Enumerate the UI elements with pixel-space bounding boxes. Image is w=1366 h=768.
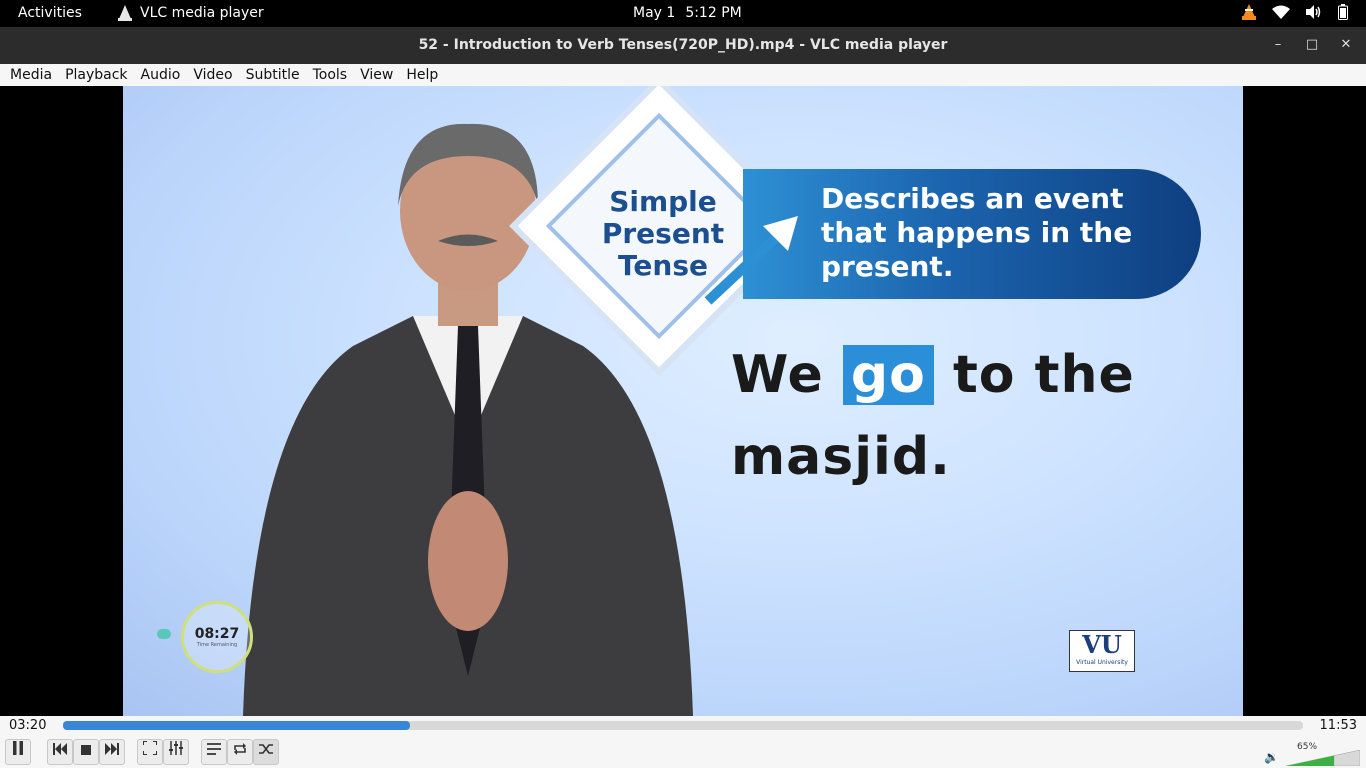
- clock-date: May 1: [633, 5, 676, 21]
- clock-time: 5:12 PM: [685, 5, 742, 21]
- menu-subtitle[interactable]: Subtitle: [246, 64, 313, 86]
- app-menu-label: VLC media player: [140, 5, 264, 21]
- volume-icon[interactable]: [1306, 5, 1322, 19]
- menu-video[interactable]: Video: [193, 64, 245, 86]
- vu-logo-caption: Virtual University: [1076, 659, 1128, 666]
- menu-playback[interactable]: Playback: [65, 64, 140, 86]
- previous-button[interactable]: [47, 739, 73, 765]
- vu-logo: VU Virtual University: [1069, 630, 1135, 672]
- timer-caption: Time Remaining: [196, 642, 238, 648]
- stop-button[interactable]: [73, 739, 99, 765]
- wifi-icon[interactable]: [1272, 5, 1290, 19]
- speaker-icon[interactable]: 🔉: [1264, 750, 1279, 764]
- example-highlight: go: [842, 345, 934, 405]
- skip-forward-icon: [105, 743, 119, 755]
- maximize-button[interactable]: □: [1304, 35, 1320, 55]
- menu-media[interactable]: Media: [10, 64, 65, 86]
- loop-icon: [234, 743, 246, 755]
- system-tray[interactable]: [1242, 4, 1348, 20]
- menu-audio[interactable]: Audio: [141, 64, 194, 86]
- loop-button[interactable]: [227, 739, 253, 765]
- activities-button[interactable]: Activities: [18, 5, 82, 21]
- window-titlebar[interactable]: 52 - Introduction to Verb Tenses(720P_HD…: [0, 27, 1366, 64]
- fullscreen-icon: [142, 740, 158, 756]
- menubar: Media Playback Audio Video Subtitle Tool…: [0, 64, 1366, 86]
- shuffle-button[interactable]: [253, 739, 279, 765]
- menu-view[interactable]: View: [360, 64, 406, 86]
- next-button[interactable]: [99, 739, 125, 765]
- countdown-timer: 08:27 Time Remaining: [181, 601, 253, 673]
- equalizer-icon: [169, 741, 183, 755]
- example-sentence: We go to the masjid.: [731, 334, 1201, 498]
- definition-text: Describes an event that happens in the p…: [821, 182, 1133, 283]
- pause-button[interactable]: [5, 739, 31, 765]
- elapsed-time: 03:20: [9, 718, 47, 733]
- menu-tools[interactable]: Tools: [313, 64, 361, 86]
- pause-icon: [13, 741, 23, 755]
- total-time[interactable]: 11:53: [1320, 718, 1357, 733]
- timer-marker: [157, 629, 171, 639]
- playlist-button[interactable]: [201, 739, 227, 765]
- seek-progress: [63, 721, 411, 730]
- vu-logo-mark: VU: [1082, 630, 1122, 659]
- volume-percent: 65%: [1297, 742, 1318, 752]
- video-area[interactable]: Simple Present Tense Describes an event …: [0, 86, 1366, 716]
- clock[interactable]: May 1 5:12 PM: [633, 5, 742, 21]
- battery-icon[interactable]: [1338, 4, 1348, 20]
- fullscreen-button[interactable]: [137, 739, 163, 765]
- seek-row: 03:20 11:53: [0, 716, 1366, 736]
- timer-value: 08:27: [194, 626, 240, 642]
- arrow-icon: [704, 216, 798, 305]
- close-button[interactable]: ✕: [1338, 35, 1354, 55]
- menu-help[interactable]: Help: [406, 64, 451, 86]
- example-word-before: We: [731, 345, 824, 405]
- extended-settings-button[interactable]: [163, 739, 189, 765]
- vlc-cone-icon: [118, 5, 132, 21]
- shuffle-icon: [259, 744, 273, 754]
- vlc-tray-icon[interactable]: [1242, 4, 1256, 20]
- app-menu[interactable]: VLC media player: [118, 5, 264, 21]
- volume-slider[interactable]: [1286, 750, 1360, 766]
- system-top-bar: Activities VLC media player May 1 5:12 PM: [0, 0, 1366, 27]
- playlist-icon: [207, 743, 221, 755]
- video-frame[interactable]: Simple Present Tense Describes an event …: [123, 86, 1243, 716]
- window-title: 52 - Introduction to Verb Tenses(720P_HD…: [418, 37, 948, 53]
- minimize-button[interactable]: –: [1270, 35, 1286, 55]
- control-bar: 🔉 65%: [0, 736, 1366, 768]
- seek-slider[interactable]: [63, 721, 1303, 730]
- skip-back-icon: [53, 743, 67, 755]
- stop-icon: [81, 745, 91, 755]
